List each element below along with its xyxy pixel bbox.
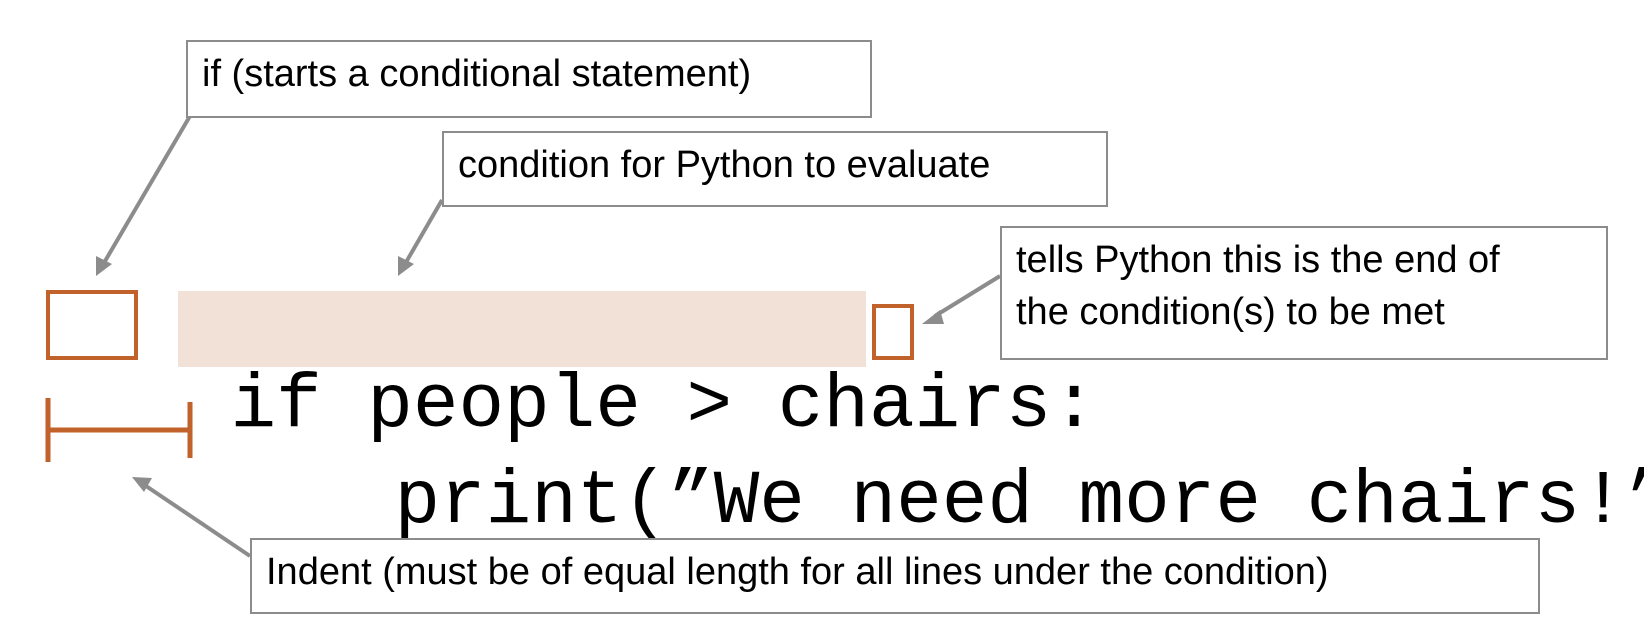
colon-annotation-line-1: tells Python this is the end of — [1016, 239, 1500, 281]
diagram-canvas: if (starts a conditional statement) cond… — [0, 0, 1644, 642]
code-line-print: print(”We need more chairs!”) — [212, 388, 1644, 616]
if-annotation-box: if (starts a conditional statement) — [186, 40, 872, 118]
colon-annotation-line-2: the condition(s) to be met — [1016, 291, 1445, 334]
if-annotation-text: if (starts a conditional statement) — [202, 53, 752, 95]
indent-marker — [45, 398, 193, 462]
condition-arrow — [403, 198, 444, 266]
condition-annotation-box: condition for Python to evaluate — [442, 131, 1108, 207]
print-statement: print(”We need more chairs!”) — [394, 459, 1644, 545]
if-arrow — [99, 114, 192, 270]
condition-annotation-text: condition for Python to evaluate — [458, 144, 991, 186]
